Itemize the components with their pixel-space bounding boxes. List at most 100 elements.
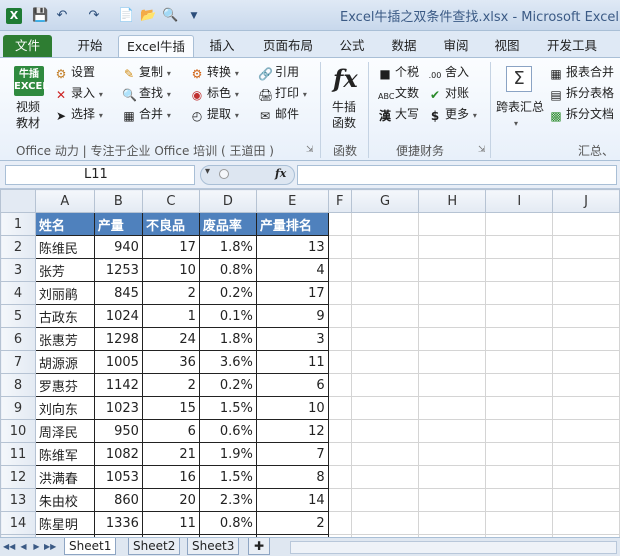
empty-cell[interactable] (485, 235, 554, 259)
empty-cell[interactable] (327, 350, 352, 374)
row-header-6[interactable]: 6 (0, 327, 36, 351)
data-cell[interactable]: 洪满春 (34, 465, 95, 489)
data-cell[interactable]: 36 (141, 350, 200, 374)
data-cell[interactable]: 1336 (93, 511, 143, 535)
data-cell[interactable]: 20 (141, 488, 200, 512)
data-cell[interactable]: 胡源源 (34, 350, 95, 374)
header-cell[interactable]: 产量排名 (255, 212, 329, 236)
empty-cell[interactable] (418, 373, 487, 397)
empty-cell[interactable] (418, 258, 487, 282)
empty-cell[interactable] (485, 419, 554, 443)
open-folder-icon[interactable]: 📂 (140, 8, 156, 24)
data-cell[interactable]: 8 (255, 465, 329, 489)
empty-cell[interactable] (327, 304, 352, 328)
empty-cell[interactable] (485, 373, 554, 397)
video-tutorial-button-line1[interactable]: 视频 (16, 99, 40, 115)
data-cell[interactable]: 14 (255, 488, 329, 512)
empty-cell[interactable] (327, 327, 352, 351)
empty-cell[interactable] (485, 258, 554, 282)
data-cell[interactable]: 6 (141, 419, 200, 443)
tab-review[interactable]: 审阅 (436, 35, 476, 57)
first-sheet-icon[interactable]: ◀◀ (3, 541, 15, 553)
data-cell[interactable]: 2 (141, 281, 200, 305)
data-cell[interactable]: 3.6% (198, 350, 257, 374)
header-cell[interactable]: 产量 (93, 212, 143, 236)
data-cell[interactable]: 7 (255, 442, 329, 466)
data-cell[interactable]: 860 (93, 488, 143, 512)
empty-cell[interactable] (552, 373, 620, 397)
next-sheet-icon[interactable]: ▶ (31, 541, 42, 553)
customize-qat-icon[interactable]: ▼ (186, 8, 202, 24)
empty-cell[interactable] (552, 511, 620, 535)
color-mark-button[interactable]: ◉ 标色 ▾ (190, 85, 239, 103)
column-header-F[interactable]: F (327, 189, 352, 213)
empty-cell[interactable] (552, 419, 620, 443)
data-cell[interactable]: 17 (255, 281, 329, 305)
data-cell[interactable]: 刘丽鹃 (34, 281, 95, 305)
data-cell[interactable]: 刘向东 (34, 396, 95, 420)
data-cell[interactable]: 10 (141, 258, 200, 282)
row-header-2[interactable]: 2 (0, 235, 36, 259)
niucha-function-button-line1[interactable]: 牛插 (332, 99, 356, 115)
split-table-button[interactable]: ▤ 拆分表格 (549, 85, 614, 102)
data-cell[interactable]: 0.8% (198, 258, 257, 282)
empty-cell[interactable] (552, 465, 620, 489)
copy-button[interactable]: ✎ 复制 ▾ (122, 64, 171, 82)
data-cell[interactable]: 16 (141, 465, 200, 489)
data-cell[interactable]: 2 (255, 511, 329, 535)
empty-cell[interactable] (350, 350, 420, 374)
empty-cell[interactable] (418, 442, 487, 466)
data-cell[interactable]: 24 (141, 327, 200, 351)
empty-cell[interactable] (418, 465, 487, 489)
empty-cell[interactable] (485, 488, 554, 512)
row-header-4[interactable]: 4 (0, 281, 36, 305)
data-cell[interactable]: 0.6% (198, 419, 257, 443)
header-cell[interactable]: 不良品 (141, 212, 200, 236)
empty-cell[interactable] (327, 465, 352, 489)
empty-cell[interactable] (552, 442, 620, 466)
split-doc-button[interactable]: ▩ 拆分文档 (549, 106, 614, 123)
uppercase-button[interactable]: 漢大写 (378, 106, 419, 123)
row-header-12[interactable]: 12 (0, 465, 36, 489)
row-header-3[interactable]: 3 (0, 258, 36, 282)
data-cell[interactable]: 1.8% (198, 327, 257, 351)
empty-cell[interactable] (418, 488, 487, 512)
data-cell[interactable]: 21 (141, 442, 200, 466)
empty-cell[interactable] (327, 212, 352, 236)
empty-cell[interactable] (327, 442, 352, 466)
empty-cell[interactable] (327, 511, 352, 535)
empty-cell[interactable] (485, 327, 554, 351)
empty-cell[interactable] (552, 258, 620, 282)
column-header-C[interactable]: C (141, 189, 200, 213)
row-header-9[interactable]: 9 (0, 396, 36, 420)
empty-cell[interactable] (418, 419, 487, 443)
row-header-7[interactable]: 7 (0, 350, 36, 374)
header-cell[interactable]: 姓名 (34, 212, 95, 236)
select-button[interactable]: ➤ 选择 ▾ (54, 106, 103, 124)
empty-cell[interactable] (552, 281, 620, 305)
column-header-B[interactable]: B (93, 189, 143, 213)
find-button[interactable]: 🔍 查找 ▾ (122, 85, 171, 103)
empty-cell[interactable] (418, 304, 487, 328)
undo-icon[interactable]: ↶ (54, 8, 70, 24)
excel-app-icon[interactable]: X (6, 8, 22, 24)
row-header-8[interactable]: 8 (0, 373, 36, 397)
data-cell[interactable]: 0.2% (198, 281, 257, 305)
row-header-5[interactable]: 5 (0, 304, 36, 328)
data-cell[interactable]: 1.5% (198, 396, 257, 420)
empty-cell[interactable] (552, 350, 620, 374)
data-cell[interactable]: 1 (141, 304, 200, 328)
data-cell[interactable]: 4 (255, 258, 329, 282)
last-sheet-icon[interactable]: ▶▶ (44, 541, 56, 553)
tab-page-layout[interactable]: 页面布局 (258, 35, 318, 57)
data-cell[interactable]: 陈维军 (34, 442, 95, 466)
settings-button[interactable]: ⚙ 设置 (54, 64, 95, 81)
redo-icon[interactable]: ↷ (86, 8, 102, 24)
select-all-corner[interactable] (0, 189, 36, 213)
empty-cell[interactable] (327, 373, 352, 397)
data-cell[interactable]: 9 (255, 304, 329, 328)
empty-cell[interactable] (327, 419, 352, 443)
empty-cell[interactable] (418, 235, 487, 259)
empty-cell[interactable] (350, 488, 420, 512)
data-cell[interactable]: 11 (141, 511, 200, 535)
